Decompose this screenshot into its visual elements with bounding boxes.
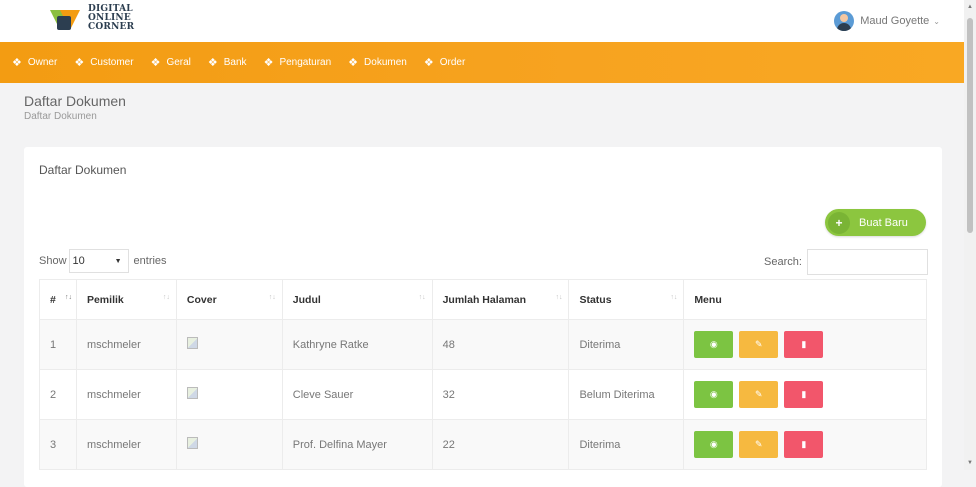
documents-table: # ↑↓ Pemilik ↑↓ Cover ↑↓ Judul ↑↓ Jumlah Hal… [39, 279, 927, 470]
broken-image-icon [186, 437, 198, 449]
document-card: Daftar Dokumen + Buat Baru Show 10 ▼ ent… [24, 147, 942, 487]
delete-button[interactable]: ▮ [784, 331, 824, 358]
vertical-scrollbar[interactable]: ▲ ▼ [964, 0, 976, 470]
view-button[interactable]: ◉ [694, 381, 734, 408]
logo-text: DIGITAL ONLINE CORNER [88, 4, 135, 32]
logo-icon [50, 6, 82, 32]
cell-number: 1 [39, 319, 77, 370]
cell-status: Diterima [568, 419, 685, 470]
cube-icon: ❖ [74, 57, 85, 69]
cell-number: 3 [39, 419, 77, 470]
cell-owner: mschmeler [75, 319, 177, 370]
edit-button[interactable]: ✎ [739, 331, 779, 358]
table-row: 1 mschmeler Kathryne Ratke 48 Diterima ◉… [39, 319, 927, 370]
cube-icon: ❖ [348, 57, 359, 69]
cell-menu: ◉ ✎ ▮ [683, 319, 927, 370]
nav-item-dokumen[interactable]: ❖ Dokumen [348, 56, 407, 69]
sort-icon: ↑↓ [162, 294, 170, 301]
eye-icon: ◉ [709, 439, 718, 449]
cell-owner: mschmeler [75, 419, 177, 470]
cube-icon: ❖ [12, 57, 22, 69]
cell-cover [175, 319, 283, 370]
header-menu: Menu [683, 279, 927, 320]
header-cover[interactable]: Cover ↑↓ [175, 279, 283, 320]
nav-item-bank[interactable]: ❖ Bank [208, 56, 247, 69]
caret-down-icon: ▼ [114, 257, 122, 265]
header-pages[interactable]: Jumlah Halaman ↑↓ [431, 279, 570, 320]
header-number[interactable]: # ↑↓ [39, 279, 77, 320]
cube-icon: ❖ [207, 57, 218, 69]
cell-title: Kathryne Ratke [281, 319, 433, 370]
cell-title: Cleve Sauer [281, 369, 433, 420]
user-name: Maud Goyette [860, 15, 930, 27]
cell-title: Prof. Delfina Mayer [281, 419, 433, 470]
broken-image-icon [186, 337, 198, 349]
cube-icon: ❖ [150, 57, 161, 69]
eye-icon: ◉ [709, 339, 718, 349]
delete-button[interactable]: ▮ [784, 381, 824, 408]
cell-owner: mschmeler [75, 369, 177, 420]
table-header-row: # ↑↓ Pemilik ↑↓ Cover ↑↓ Judul ↑↓ Jumlah Hal… [39, 279, 927, 320]
cube-icon: ❖ [263, 57, 274, 69]
scroll-thumb[interactable] [967, 18, 973, 233]
edit-icon: ✎ [755, 389, 763, 399]
cell-pages: 22 [431, 419, 570, 470]
add-document-button[interactable]: + Buat Baru [825, 209, 926, 236]
avatar [834, 11, 855, 31]
entries-control: Show 10 ▼ entries [39, 249, 167, 273]
user-menu[interactable]: Maud Goyette ⌄ [834, 11, 940, 31]
card-title: Daftar Dokumen [39, 163, 127, 177]
edit-button[interactable]: ✎ [739, 381, 779, 408]
breadcrumb[interactable]: Daftar Dokumen [24, 111, 97, 122]
nav-item-owner[interactable]: ❖ Owner [12, 56, 57, 69]
eye-icon: ◉ [709, 389, 718, 399]
cell-status: Diterima [568, 319, 685, 370]
edit-icon: ✎ [755, 339, 763, 349]
cell-menu: ◉ ✎ ▮ [683, 369, 927, 420]
chevron-down-icon: ⌄ [933, 16, 940, 26]
view-button[interactable]: ◉ [694, 431, 734, 458]
edit-button[interactable]: ✎ [739, 431, 779, 458]
scroll-up-icon[interactable]: ▲ [967, 4, 973, 10]
search-control: Search: [764, 249, 928, 275]
cube-icon: ❖ [423, 57, 434, 69]
search-input[interactable] [806, 249, 928, 275]
nav-item-order[interactable]: ❖ Order [424, 56, 465, 69]
cell-pages: 48 [431, 319, 570, 370]
cell-number: 2 [39, 369, 77, 420]
scroll-down-icon[interactable]: ▼ [967, 460, 973, 466]
cell-cover [175, 369, 283, 420]
trash-icon: ▮ [801, 339, 807, 349]
cell-status: Belum Diterima [568, 369, 685, 420]
header-status[interactable]: Status ↑↓ [568, 279, 685, 320]
page-title: Daftar Dokumen [24, 93, 126, 109]
trash-icon: ▮ [801, 389, 807, 399]
header-owner[interactable]: Pemilik ↑↓ [75, 279, 177, 320]
plus-icon: + [828, 211, 850, 234]
cell-menu: ◉ ✎ ▮ [683, 419, 927, 470]
cell-pages: 32 [431, 369, 570, 420]
sort-icon: ↑↓ [670, 294, 678, 301]
top-bar: DIGITAL ONLINE CORNER Maud Goyette ⌄ [0, 0, 964, 42]
trash-icon: ▮ [801, 439, 807, 449]
sort-icon: ↑↓ [64, 294, 72, 301]
sort-icon: ↑↓ [268, 294, 276, 301]
delete-button[interactable]: ▮ [784, 431, 824, 458]
sort-icon: ↑↓ [418, 294, 426, 301]
nav-item-customer[interactable]: ❖ Customer [74, 56, 133, 69]
edit-icon: ✎ [755, 439, 763, 449]
nav-item-geral[interactable]: ❖ Geral [151, 56, 191, 69]
main-nav: ❖ Owner ❖ Customer ❖ Geral ❖ Bank ❖ Pengatura… [0, 42, 964, 83]
cell-cover [175, 419, 283, 470]
nav-item-pengaturan[interactable]: ❖ Pengaturan [264, 56, 332, 69]
broken-image-icon [186, 387, 198, 399]
table-row: 3 mschmeler Prof. Delfina Mayer 22 Diter… [39, 419, 927, 470]
view-button[interactable]: ◉ [694, 331, 734, 358]
table-row: 2 mschmeler Cleve Sauer 32 Belum Diterim… [39, 369, 927, 420]
brand-logo[interactable]: DIGITAL ONLINE CORNER [50, 5, 134, 32]
sort-icon: ↑↓ [555, 294, 563, 301]
header-title[interactable]: Judul ↑↓ [281, 279, 433, 320]
entries-select[interactable]: 10 ▼ [68, 249, 129, 273]
